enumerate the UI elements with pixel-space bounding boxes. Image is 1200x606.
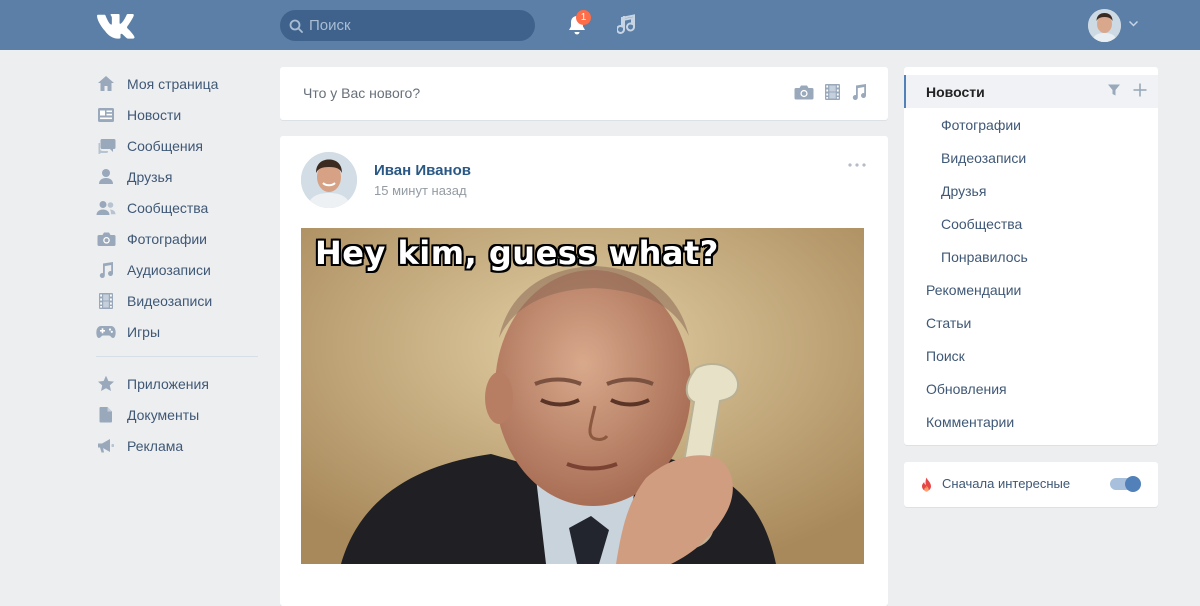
more-options-icon[interactable]: [847, 160, 867, 170]
search-box[interactable]: [280, 10, 535, 41]
post-author[interactable]: Иван Иванов: [374, 162, 471, 179]
composer-attachments: [794, 83, 867, 101]
messages-icon: [96, 136, 116, 156]
avatar-photo-icon: [301, 152, 357, 208]
nav-item-messages[interactable]: Сообщения: [96, 130, 261, 161]
feed-post: Иван Иванов 15 минут назад Hey kim, gues…: [280, 136, 888, 606]
meme-caption: Hey kim, guess what?: [315, 234, 719, 272]
nav-label: Игры: [127, 323, 161, 340]
post-composer[interactable]: Что у Вас нового?: [280, 67, 888, 120]
nav-label: Моя страница: [127, 75, 219, 92]
film-icon: [96, 291, 116, 311]
nav-label: Приложения: [127, 375, 209, 392]
nav-item-documents[interactable]: Документы: [96, 399, 261, 430]
filter-item-updates[interactable]: Обновления: [904, 372, 1158, 405]
nav-divider: [96, 356, 258, 357]
feed-filter-menu: Новости Фотографии Видеозаписи Друзья Со…: [904, 67, 1158, 445]
nav-item-photos[interactable]: Фотографии: [96, 223, 261, 254]
nav-label: Фотографии: [127, 230, 208, 247]
news-icon: [96, 105, 116, 125]
filter-item-photos[interactable]: Фотографии: [904, 108, 1158, 141]
chevron-down-icon[interactable]: [1129, 21, 1138, 27]
toggle-knob: [1125, 476, 1141, 492]
filter-tools: [1107, 83, 1147, 97]
home-icon: [96, 74, 116, 94]
post-timestamp[interactable]: 15 минут назад: [374, 183, 467, 198]
filter-label: Сообщества: [941, 215, 1023, 232]
filter-item-news[interactable]: Новости: [904, 75, 1158, 108]
search-input[interactable]: [309, 17, 509, 34]
avatar-photo-icon: [1088, 9, 1121, 42]
filter-item-liked[interactable]: Понравилось: [904, 240, 1158, 273]
camera-icon: [96, 229, 116, 249]
filter-label: Комментарии: [926, 413, 1015, 430]
music-note-icon[interactable]: [851, 83, 867, 101]
nav-item-news[interactable]: Новости: [96, 99, 261, 130]
filter-funnel-icon[interactable]: [1107, 83, 1121, 97]
nav-label: Документы: [127, 406, 200, 423]
filter-label: Обновления: [926, 380, 1007, 397]
nav-label: Друзья: [127, 168, 173, 185]
nav-label: Сообщения: [127, 137, 203, 154]
photo-man-on-phone-icon: [301, 228, 864, 564]
nav-item-games[interactable]: Игры: [96, 316, 261, 347]
friend-icon: [96, 167, 116, 187]
interesting-first-card: Сначала интересные: [904, 462, 1158, 507]
nav-item-ads[interactable]: Реклама: [96, 430, 261, 461]
nav-item-audio[interactable]: Аудиозаписи: [96, 254, 261, 285]
filter-item-comments[interactable]: Комментарии: [904, 405, 1158, 438]
nav-item-videos[interactable]: Видеозаписи: [96, 285, 261, 316]
filter-item-friends[interactable]: Друзья: [904, 174, 1158, 207]
nav-label: Реклама: [127, 437, 184, 454]
filter-item-search[interactable]: Поиск: [904, 339, 1158, 372]
notification-badge: 1: [576, 10, 591, 25]
filter-label: Поиск: [926, 347, 965, 364]
nav-item-friends[interactable]: Друзья: [96, 161, 261, 192]
document-icon: [96, 405, 116, 425]
interesting-first-label: Сначала интересные: [942, 476, 1071, 491]
music-note-icon[interactable]: [617, 13, 637, 37]
vk-logo-icon[interactable]: [96, 11, 136, 39]
filter-label: Новости: [926, 83, 985, 100]
plus-icon[interactable]: [1133, 83, 1147, 97]
film-icon[interactable]: [824, 83, 841, 101]
left-navigation: Моя страница Новости Сообщения Друзья Со…: [96, 68, 261, 461]
nav-label: Аудиозаписи: [127, 261, 211, 278]
megaphone-icon: [96, 436, 116, 456]
top-bar: 1: [0, 0, 1200, 50]
nav-label: Новости: [127, 106, 182, 123]
filter-item-recommendations[interactable]: Рекомендации: [904, 273, 1158, 306]
nav-item-my-page[interactable]: Моя страница: [96, 68, 261, 99]
filter-item-videos[interactable]: Видеозаписи: [904, 141, 1158, 174]
filter-label: Понравилось: [941, 248, 1028, 265]
filter-item-communities[interactable]: Сообщества: [904, 207, 1158, 240]
nav-item-apps[interactable]: Приложения: [96, 368, 261, 399]
search-icon: [289, 19, 303, 33]
star-icon: [96, 374, 116, 394]
filter-label: Видеозаписи: [941, 149, 1027, 166]
interesting-first-toggle[interactable]: [1110, 476, 1141, 492]
filter-label: Друзья: [941, 182, 987, 199]
nav-label: Сообщества: [127, 199, 209, 216]
filter-label: Фотографии: [941, 116, 1022, 133]
author-avatar[interactable]: [301, 152, 357, 208]
composer-placeholder[interactable]: Что у Вас нового?: [303, 85, 420, 101]
filter-item-articles[interactable]: Статьи: [904, 306, 1158, 339]
music-note-icon: [96, 260, 116, 280]
camera-icon[interactable]: [794, 83, 814, 101]
filter-label: Статьи: [926, 314, 972, 331]
filter-label: Рекомендации: [926, 281, 1022, 298]
nav-label: Видеозаписи: [127, 292, 213, 309]
fire-icon: [922, 477, 931, 492]
gamepad-icon: [96, 322, 116, 342]
communities-icon: [96, 198, 116, 218]
post-image[interactable]: Hey kim, guess what?: [301, 228, 864, 564]
nav-item-communities[interactable]: Сообщества: [96, 192, 261, 223]
user-avatar[interactable]: [1088, 9, 1121, 42]
